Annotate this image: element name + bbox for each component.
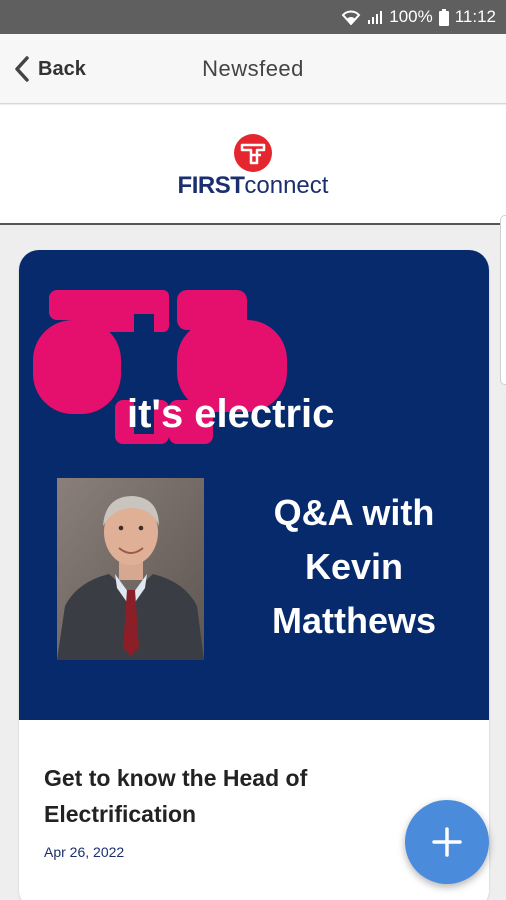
image-headline: it's electric xyxy=(127,392,335,436)
status-bar: 100% 11:12 xyxy=(0,0,506,34)
battery-icon xyxy=(438,8,449,26)
brand-strong: FIRST xyxy=(177,172,245,199)
clock: 11:12 xyxy=(454,7,496,26)
plus-icon xyxy=(432,827,462,857)
brand-logo: FIRSTconnect xyxy=(0,172,506,200)
news-card-image: it's electric Q&A with Kevin Matthews xyxy=(19,250,489,720)
brand-light: connect xyxy=(244,172,329,199)
signal-icon xyxy=(368,11,383,24)
post-date: Apr 26, 2022 xyxy=(44,844,125,860)
page-title: Newsfeed xyxy=(202,56,304,81)
qa-line-3: Matthews xyxy=(271,600,437,641)
qa-line-2: Kevin xyxy=(304,546,404,587)
image-subheadline: Q&A with Kevin Matthews xyxy=(219,486,489,648)
news-card[interactable]: it's electric Q&A with Kevin Matthews Ge… xyxy=(19,250,489,900)
add-post-button[interactable] xyxy=(405,800,489,884)
qa-line-1: Q&A with xyxy=(273,492,435,533)
firstconnect-logo-mark xyxy=(234,134,272,172)
portrait-photo xyxy=(57,478,204,660)
app-header: Back Newsfeed xyxy=(0,34,506,104)
next-card-edge xyxy=(500,215,506,385)
wifi-icon xyxy=(341,10,361,25)
post-title[interactable]: Get to know the Head of Electrification xyxy=(44,760,394,832)
battery-percent: 100% xyxy=(389,7,433,26)
